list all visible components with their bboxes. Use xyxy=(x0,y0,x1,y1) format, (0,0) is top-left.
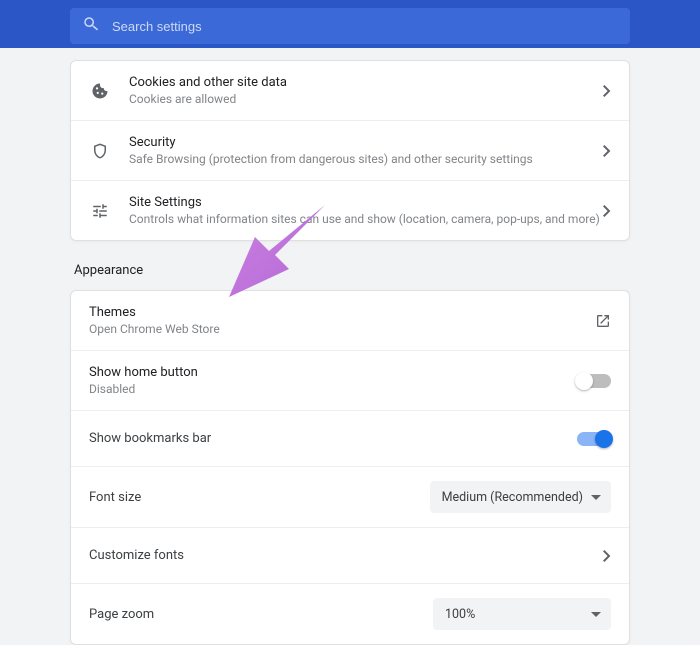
chevron-right-icon xyxy=(603,145,611,157)
cookie-icon xyxy=(89,82,111,100)
customize-fonts-title: Customize fonts xyxy=(89,548,603,563)
page-zoom-select[interactable]: 100% xyxy=(433,598,611,630)
bookmarks-bar-title: Show bookmarks bar xyxy=(89,431,577,446)
bookmarks-bar-toggle[interactable] xyxy=(577,432,611,446)
search-settings-input[interactable] xyxy=(112,19,618,34)
page-zoom-value: 100% xyxy=(445,607,475,622)
open-external-icon xyxy=(595,313,611,329)
site-settings-row[interactable]: Site Settings Controls what information … xyxy=(71,181,629,240)
security-title: Security xyxy=(129,135,603,150)
cookies-row[interactable]: Cookies and other site data Cookies are … xyxy=(71,61,629,121)
appearance-section-label: Appearance xyxy=(74,263,630,278)
shield-icon xyxy=(89,142,111,160)
security-row[interactable]: Security Safe Browsing (protection from … xyxy=(71,121,629,181)
caret-down-icon xyxy=(591,495,601,500)
themes-title: Themes xyxy=(89,305,595,320)
security-subtitle: Safe Browsing (protection from dangerous… xyxy=(129,152,603,166)
chevron-right-icon xyxy=(603,85,611,97)
home-button-title: Show home button xyxy=(89,365,577,380)
chevron-right-icon xyxy=(603,550,611,562)
tune-icon xyxy=(89,202,111,220)
home-button-subtitle: Disabled xyxy=(89,382,577,396)
themes-subtitle: Open Chrome Web Store xyxy=(89,322,595,336)
appearance-card: Themes Open Chrome Web Store Show home b… xyxy=(70,290,630,645)
customize-fonts-row[interactable]: Customize fonts xyxy=(71,528,629,584)
chevron-right-icon xyxy=(603,205,611,217)
page-zoom-title: Page zoom xyxy=(89,607,433,622)
privacy-card: Cookies and other site data Cookies are … xyxy=(70,60,630,241)
site-settings-title: Site Settings xyxy=(129,195,603,210)
font-size-row: Font size Medium (Recommended) xyxy=(71,467,629,528)
bookmarks-bar-row[interactable]: Show bookmarks bar xyxy=(71,411,629,467)
home-button-toggle[interactable] xyxy=(577,374,611,388)
font-size-select[interactable]: Medium (Recommended) xyxy=(430,481,611,513)
home-button-row[interactable]: Show home button Disabled xyxy=(71,351,629,411)
caret-down-icon xyxy=(591,612,601,617)
cookies-title: Cookies and other site data xyxy=(129,75,603,90)
page-zoom-row: Page zoom 100% xyxy=(71,584,629,644)
font-size-title: Font size xyxy=(89,490,430,505)
font-size-value: Medium (Recommended) xyxy=(442,490,583,505)
search-icon xyxy=(82,15,100,37)
settings-header xyxy=(0,0,700,48)
themes-row[interactable]: Themes Open Chrome Web Store xyxy=(71,291,629,351)
site-settings-subtitle: Controls what information sites can use … xyxy=(129,212,603,226)
cookies-subtitle: Cookies are allowed xyxy=(129,92,603,106)
search-settings-bar[interactable] xyxy=(70,8,630,44)
